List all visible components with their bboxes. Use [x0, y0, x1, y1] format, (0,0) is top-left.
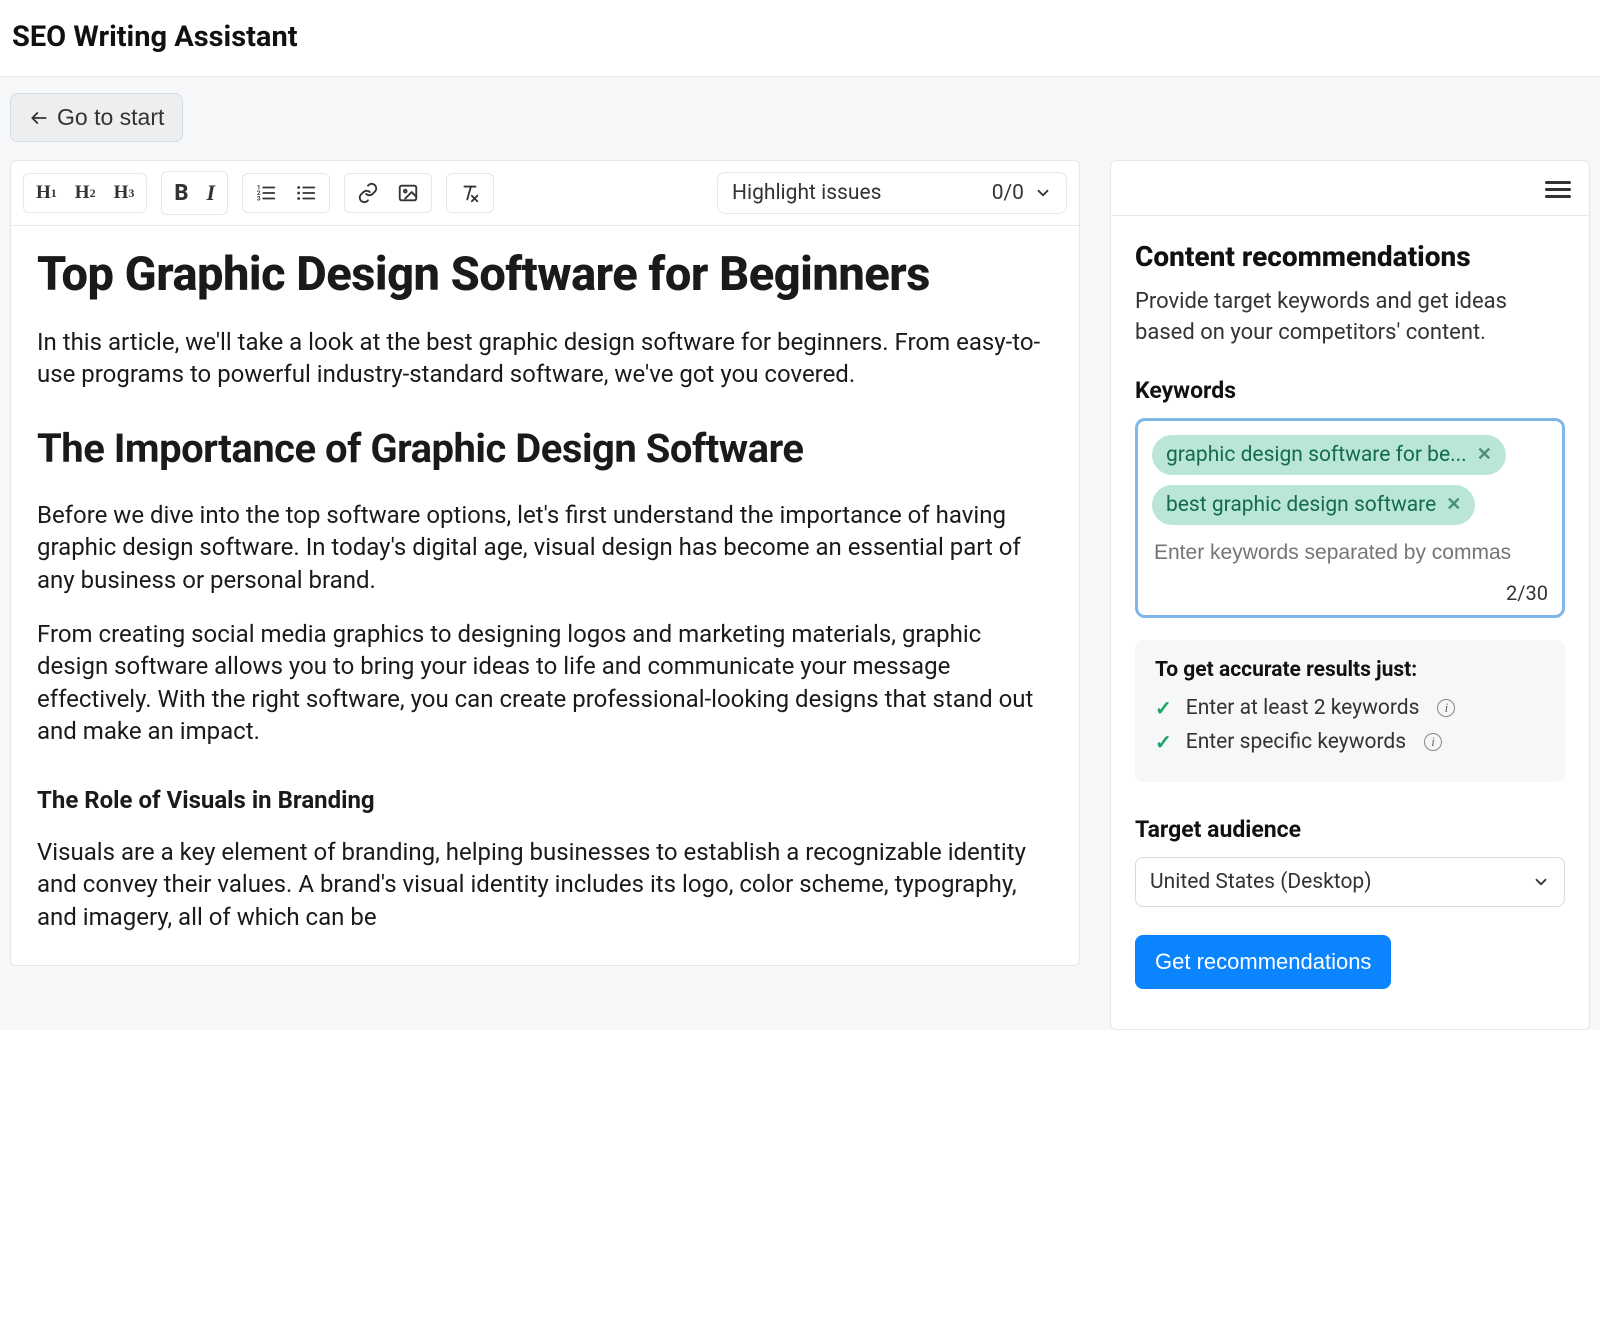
info-icon[interactable]: i [1437, 699, 1455, 717]
side-header [1111, 161, 1589, 216]
tips-title: To get accurate results just: [1155, 658, 1545, 682]
clear-group [446, 173, 494, 213]
info-icon[interactable]: i [1424, 733, 1442, 751]
keywords-label: Keywords [1135, 377, 1565, 404]
image-icon [397, 182, 419, 204]
h3-button[interactable]: H3 [108, 178, 141, 208]
editor-panel: H1 H2 H3 B I 123 [10, 160, 1080, 966]
image-button[interactable] [391, 178, 425, 208]
clear-format-button[interactable] [453, 178, 487, 208]
h1-button[interactable]: H1 [30, 178, 63, 208]
go-to-start-button[interactable]: Go to start [10, 93, 183, 142]
check-icon: ✓ [1155, 730, 1172, 754]
unordered-list-button[interactable] [289, 178, 323, 208]
link-button[interactable] [351, 178, 385, 208]
italic-button[interactable]: I [200, 176, 221, 210]
h2-button[interactable]: H2 [69, 178, 102, 208]
recommendations-panel: Content recommendations Provide target k… [1110, 160, 1590, 1030]
get-recommendations-button[interactable]: Get recommendations [1135, 935, 1391, 989]
content-h2: The Importance of Graphic Design Softwar… [37, 425, 1053, 473]
clear-format-icon [459, 182, 481, 204]
insert-group [344, 173, 432, 213]
chevron-down-icon [1532, 873, 1550, 891]
keyword-chips: graphic design software for be... ✕ best… [1152, 435, 1548, 525]
chip-text: best graphic design software [1166, 493, 1436, 517]
unordered-list-icon [295, 182, 317, 204]
editor-toolbar: H1 H2 H3 B I 123 [11, 161, 1079, 226]
recommendations-title: Content recommendations [1135, 240, 1565, 273]
content-subheading: The Role of Visuals in Branding [37, 784, 1053, 816]
content-p1: Before we dive into the top software opt… [37, 499, 1053, 596]
app-header: SEO Writing Assistant [0, 0, 1600, 77]
chip-remove-icon[interactable]: ✕ [1446, 494, 1461, 515]
highlight-label: Highlight issues [732, 181, 881, 205]
tip-text: Enter at least 2 keywords [1186, 696, 1420, 720]
highlight-issues-dropdown[interactable]: Highlight issues 0/0 [717, 172, 1067, 214]
top-bar: Go to start [0, 77, 1600, 160]
page-title: SEO Writing Assistant [12, 20, 1588, 54]
format-group: B I [161, 171, 228, 215]
svg-text:3: 3 [257, 194, 261, 202]
ordered-list-button[interactable]: 123 [249, 178, 283, 208]
link-icon [357, 182, 379, 204]
tip-row: ✓ Enter at least 2 keywords i [1155, 696, 1545, 720]
go-to-start-label: Go to start [57, 104, 164, 131]
bold-button[interactable]: B [168, 177, 194, 210]
arrow-left-icon [29, 108, 49, 128]
heading-group: H1 H2 H3 [23, 173, 147, 213]
content-p2: From creating social media graphics to d… [37, 618, 1053, 748]
tip-row: ✓ Enter specific keywords i [1155, 730, 1545, 754]
chevron-down-icon [1034, 184, 1052, 202]
keywords-input[interactable] [1152, 537, 1548, 569]
menu-icon[interactable] [1545, 177, 1571, 199]
audience-label: Target audience [1135, 816, 1565, 843]
content-p4: Visuals are a key element of branding, h… [37, 836, 1053, 933]
editor-content[interactable]: Top Graphic Design Software for Beginner… [11, 226, 1079, 965]
audience-select[interactable]: United States (Desktop) [1135, 857, 1565, 907]
tip-text: Enter specific keywords [1186, 730, 1406, 754]
content-title: Top Graphic Design Software for Beginner… [37, 248, 1053, 302]
recommendations-desc: Provide target keywords and get ideas ba… [1135, 287, 1565, 349]
audience-value: United States (Desktop) [1150, 870, 1372, 894]
check-icon: ✓ [1155, 696, 1172, 720]
main-container: H1 H2 H3 B I 123 [0, 160, 1600, 1030]
list-group: 123 [242, 173, 330, 213]
keyword-chip: graphic design software for be... ✕ [1152, 435, 1506, 475]
highlight-count: 0/0 [992, 181, 1024, 205]
side-body: Content recommendations Provide target k… [1111, 216, 1589, 1029]
keywords-count: 2/30 [1152, 581, 1548, 605]
tips-box: To get accurate results just: ✓ Enter at… [1135, 640, 1565, 782]
chip-remove-icon[interactable]: ✕ [1477, 444, 1492, 465]
ordered-list-icon: 123 [255, 182, 277, 204]
content-intro: In this article, we'll take a look at th… [37, 326, 1053, 391]
keywords-input-box[interactable]: graphic design software for be... ✕ best… [1135, 418, 1565, 618]
keyword-chip: best graphic design software ✕ [1152, 485, 1475, 525]
chip-text: graphic design software for be... [1166, 443, 1467, 467]
